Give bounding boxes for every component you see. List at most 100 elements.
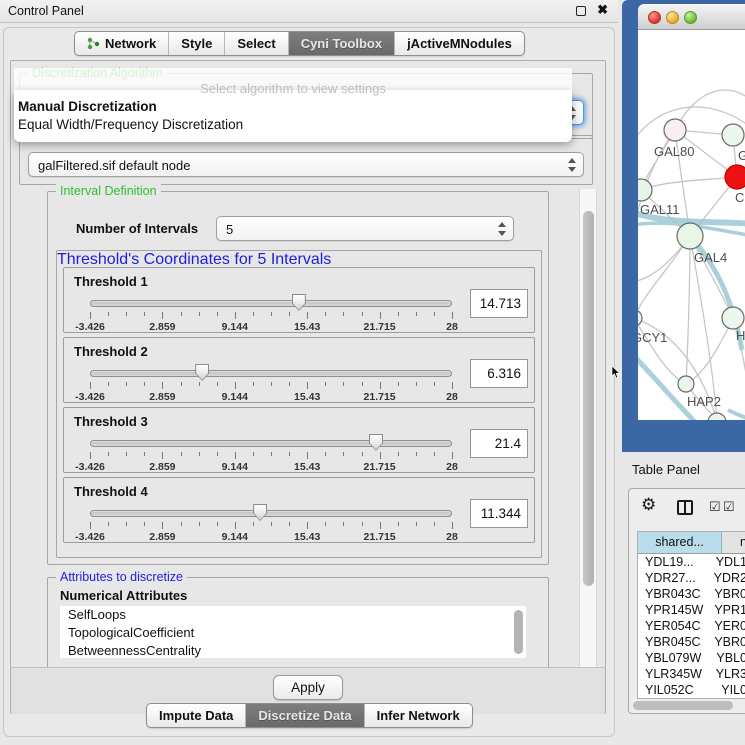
apply-button[interactable]: Apply xyxy=(273,675,343,700)
network-node[interactable] xyxy=(725,165,745,189)
slider-track[interactable] xyxy=(90,440,452,447)
float-window-icon[interactable] xyxy=(576,6,586,16)
threshold-value[interactable]: 21.4 xyxy=(470,429,528,458)
slider-track[interactable] xyxy=(90,300,452,307)
network-edge[interactable] xyxy=(641,177,737,190)
gear-icon[interactable]: ⚙ xyxy=(641,495,656,515)
popup-option-manual-discretization[interactable]: Manual Discretization xyxy=(18,99,157,114)
table-cell[interactable]: YIL052C xyxy=(638,682,717,698)
network-node[interactable] xyxy=(678,376,694,392)
table-cell[interactable]: YER0 xyxy=(710,618,745,634)
tab-style[interactable]: Style xyxy=(169,32,225,55)
tab-network[interactable]: Network xyxy=(75,32,169,55)
tick-mark xyxy=(434,522,435,526)
tick-mark xyxy=(181,382,182,386)
network-node[interactable] xyxy=(664,119,686,141)
table-cell[interactable]: YDL1 xyxy=(712,554,745,570)
table-row[interactable]: YDR27...YDR2 xyxy=(638,570,745,586)
slider-track[interactable] xyxy=(90,510,452,517)
tick-mark xyxy=(199,312,200,316)
tab-discretize-data[interactable]: Discretize Data xyxy=(246,704,364,727)
slider-scale-labels: -3.4262.8599.14415.4321.71528 xyxy=(90,321,452,333)
table-row[interactable]: YDL19...YDL1 xyxy=(638,554,745,570)
network-node[interactable] xyxy=(638,310,642,326)
columns-icon[interactable] xyxy=(677,500,693,515)
slider-track[interactable] xyxy=(90,370,452,377)
table-cell[interactable]: YBR043C xyxy=(638,586,710,602)
checkbox-checked-icon[interactable]: ☑ xyxy=(709,499,721,515)
scale-label: 2.859 xyxy=(149,531,175,543)
threshold-slider[interactable]: -3.4262.8599.14415.4321.71528 xyxy=(90,504,452,542)
tab-impute-data[interactable]: Impute Data xyxy=(147,704,246,727)
slider-thumb[interactable] xyxy=(369,434,383,451)
control-panel-titlebar: Control Panel ✖ xyxy=(0,0,618,23)
table-cell[interactable]: YDR2 xyxy=(710,570,745,586)
table-cell[interactable]: YBL0 xyxy=(712,650,745,666)
table-cell[interactable]: YBR0 xyxy=(710,634,745,650)
node-label: HAP2 xyxy=(687,394,721,409)
tick-mark xyxy=(217,452,218,456)
tab-infer-network[interactable]: Infer Network xyxy=(365,704,472,727)
table-cell[interactable]: YER054C xyxy=(638,618,710,634)
tick-mark xyxy=(108,522,109,526)
slider-thumb[interactable] xyxy=(195,364,209,381)
panel-scrollbar-thumb[interactable] xyxy=(583,211,594,586)
network-node[interactable] xyxy=(722,307,744,329)
table-cell[interactable]: YIL0 xyxy=(717,682,745,698)
table-cell[interactable]: YPR145W xyxy=(638,602,710,618)
table-data-combobox[interactable]: galFiltered.sif default node xyxy=(28,152,584,177)
network-edge-thick[interactable] xyxy=(728,410,745,420)
attribute-list-item[interactable]: TopologicalCoefficient xyxy=(60,624,526,642)
threshold-value[interactable]: 14.713 xyxy=(470,289,528,318)
number-of-intervals-combobox[interactable]: 5 xyxy=(216,216,514,241)
numerical-attributes-list[interactable]: SelfLoopsTopologicalCoefficientBetweenne… xyxy=(60,606,526,658)
network-edge[interactable] xyxy=(686,318,733,384)
table-cell[interactable]: YBR045C xyxy=(638,634,710,650)
tick-mark xyxy=(343,452,344,456)
close-traffic-light-icon[interactable] xyxy=(648,11,661,24)
threshold-slider[interactable]: -3.4262.8599.14415.4321.71528 xyxy=(90,364,452,402)
table-row[interactable]: YPR145WYPR1 xyxy=(638,602,745,618)
column-header-shared-name[interactable]: shared... xyxy=(638,532,722,553)
attribute-list-item[interactable]: SelfLoops xyxy=(60,606,526,624)
slider-thumb[interactable] xyxy=(292,294,306,311)
network-node[interactable] xyxy=(677,223,703,249)
table-horizontal-scrollbar[interactable] xyxy=(633,701,733,710)
tick-mark xyxy=(199,382,200,386)
checkbox-checked-icon[interactable]: ☑ xyxy=(723,499,735,515)
network-edge[interactable] xyxy=(638,318,686,384)
attribute-list-item[interactable]: BetweennessCentrality xyxy=(60,642,526,658)
tick-mark xyxy=(380,522,381,529)
tick-mark xyxy=(362,382,363,386)
network-canvas[interactable]: GAL80GACGAL11GAL4GCY1HHAP2 xyxy=(638,30,745,420)
table-cell[interactable]: YLR3 xyxy=(712,666,745,682)
table-row[interactable]: YIL052CYIL0 xyxy=(638,682,745,698)
close-icon[interactable]: ✖ xyxy=(597,2,608,18)
threshold-value[interactable]: 6.316 xyxy=(470,359,528,388)
table-row[interactable]: YBR043CYBR0 xyxy=(638,586,745,602)
network-node[interactable] xyxy=(722,124,744,146)
table-cell[interactable]: YDR27... xyxy=(638,570,710,586)
tab-select[interactable]: Select xyxy=(225,32,288,55)
slider-thumb[interactable] xyxy=(253,504,267,521)
table-row[interactable]: YLR345WYLR3 xyxy=(638,666,745,682)
table-cell[interactable]: YLR345W xyxy=(638,666,712,682)
zoom-traffic-light-icon[interactable] xyxy=(684,11,697,24)
table-cell[interactable]: YBR0 xyxy=(710,586,745,602)
table-row[interactable]: YBR045CYBR0 xyxy=(638,634,745,650)
popup-option-equal-width-frequency[interactable]: Equal Width/Frequency Discretization xyxy=(18,117,243,132)
table-cell[interactable]: YBL079W xyxy=(638,650,712,666)
minimize-traffic-light-icon[interactable] xyxy=(666,11,679,24)
list-scrollbar[interactable] xyxy=(514,610,523,654)
table-cell[interactable]: YDL19... xyxy=(638,554,712,570)
threshold-slider[interactable]: -3.4262.8599.14415.4321.71528 xyxy=(90,434,452,472)
table-row[interactable]: YER054CYER0 xyxy=(638,618,745,634)
threshold-slider[interactable]: -3.4262.8599.14415.4321.71528 xyxy=(90,294,452,332)
threshold-value[interactable]: 11.344 xyxy=(470,499,528,528)
table-cell[interactable]: YPR1 xyxy=(710,602,745,618)
table-row[interactable]: YBL079WYBL0 xyxy=(638,650,745,666)
panel-scrollbar-track[interactable] xyxy=(579,189,597,667)
column-header-name[interactable]: n xyxy=(722,532,745,553)
tab-jactivemnodules[interactable]: jActiveMNodules xyxy=(395,32,524,55)
tab-cyni-toolbox[interactable]: Cyni Toolbox xyxy=(289,32,395,55)
